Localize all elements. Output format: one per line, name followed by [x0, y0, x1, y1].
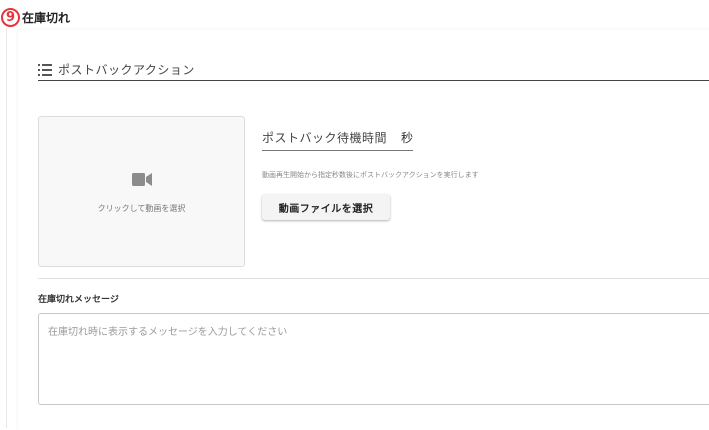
select-video-file-button[interactable]: 動画ファイルを選択 — [262, 194, 390, 220]
wait-time-label: ポストバック待機時間 — [262, 131, 388, 145]
section-header: 9 在庫切れ — [0, 5, 70, 29]
list-icon — [38, 64, 52, 76]
video-select-area[interactable]: クリックして動画を選択 — [38, 116, 245, 267]
postback-wait-time-field[interactable]: ポストバック待機時間 秒 — [262, 128, 413, 151]
section-title: 在庫切れ — [22, 10, 71, 25]
left-rule — [6, 28, 7, 428]
section-divider — [38, 278, 709, 279]
video-select-hint: クリックして動画を選択 — [97, 204, 186, 213]
step-number-badge: 9 — [1, 7, 20, 27]
wait-time-unit: 秒 — [400, 131, 413, 145]
out-of-stock-message-label: 在庫切れメッセージ — [38, 295, 119, 305]
wait-time-help-text: 動画再生開始から指定秒数後にポストバックアクションを実行します — [262, 171, 479, 179]
postback-action-label: ポストバックアクション — [58, 63, 195, 77]
video-camera-icon — [132, 173, 152, 186]
postback-action-header: ポストバックアクション — [38, 61, 709, 81]
out-of-stock-message-input[interactable] — [38, 313, 709, 405]
